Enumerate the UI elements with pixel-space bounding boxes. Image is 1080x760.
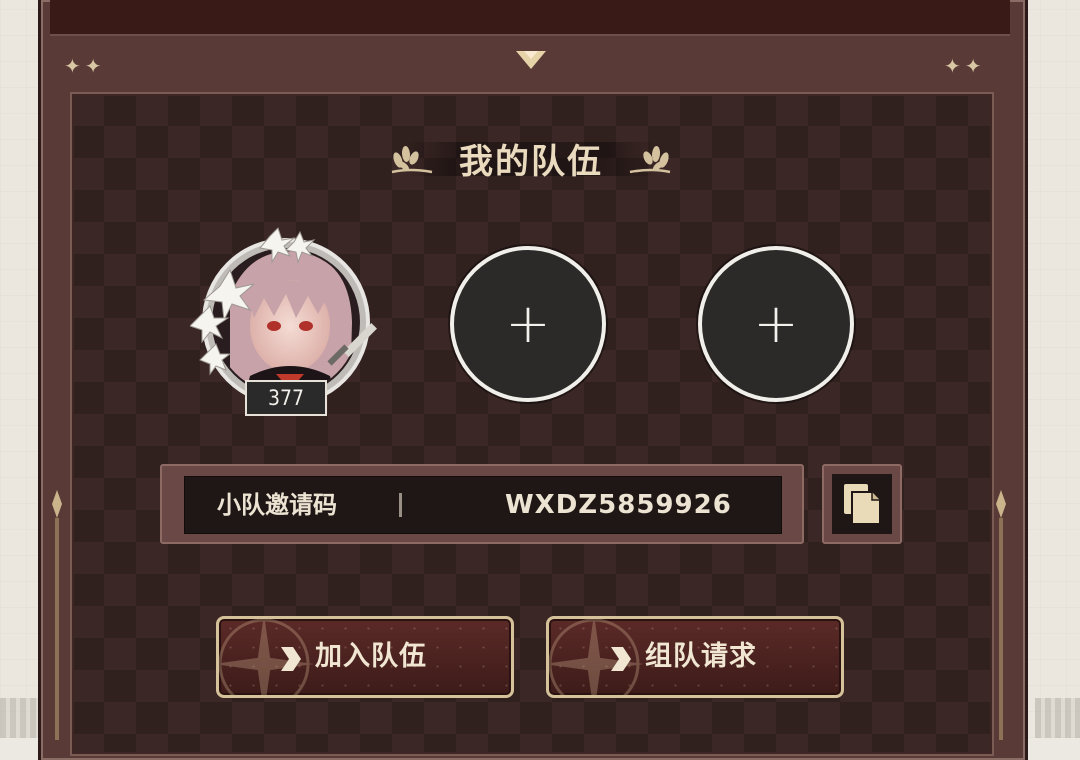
chevron-right-icon <box>611 647 631 671</box>
collapse-arrow-icon[interactable] <box>514 47 548 71</box>
copy-code-button[interactable] <box>822 464 902 544</box>
add-icon: + <box>505 292 551 355</box>
side-ornament-right <box>996 490 1006 740</box>
team-request-button[interactable]: 组队请求 <box>546 616 844 698</box>
invite-code-label: 小队邀请码 <box>217 491 337 519</box>
join-team-label: 加入队伍 <box>315 641 427 672</box>
add-icon: + <box>753 292 799 355</box>
invite-code-value: WXDZ5859926 <box>505 490 732 520</box>
empty-member-slot-2[interactable]: + <box>698 246 854 402</box>
copy-icon <box>844 484 881 525</box>
invite-code-field[interactable]: 小队邀请码 WXDZ5859926 <box>184 476 782 534</box>
join-team-button[interactable]: 加入队伍 <box>216 616 514 698</box>
team-panel <box>70 92 994 756</box>
invite-code-bar: 小队邀请码 WXDZ5859926 <box>160 464 804 544</box>
chevron-right-icon <box>281 647 301 671</box>
compass-icon <box>549 619 644 695</box>
leader-level-badge: 377 <box>245 380 327 416</box>
page-title: 我的队伍 <box>459 141 603 182</box>
decor-stars-right: ✦✦ <box>944 54 986 78</box>
panel-top-bar <box>50 0 1010 36</box>
copy-button-inner <box>832 474 892 534</box>
compass-icon <box>219 619 314 695</box>
laurel-right-icon <box>629 146 671 174</box>
team-request-label: 组队请求 <box>645 641 757 672</box>
bottom-rail-right <box>1035 698 1080 738</box>
laurel-left-icon <box>391 146 433 174</box>
side-ornament-left <box>52 490 62 740</box>
invite-code-divider <box>399 493 402 517</box>
empty-member-slot-1[interactable]: + <box>450 246 606 402</box>
team-title: 我的队伍 <box>386 134 676 182</box>
decor-stars-left: ✦✦ <box>64 54 106 78</box>
